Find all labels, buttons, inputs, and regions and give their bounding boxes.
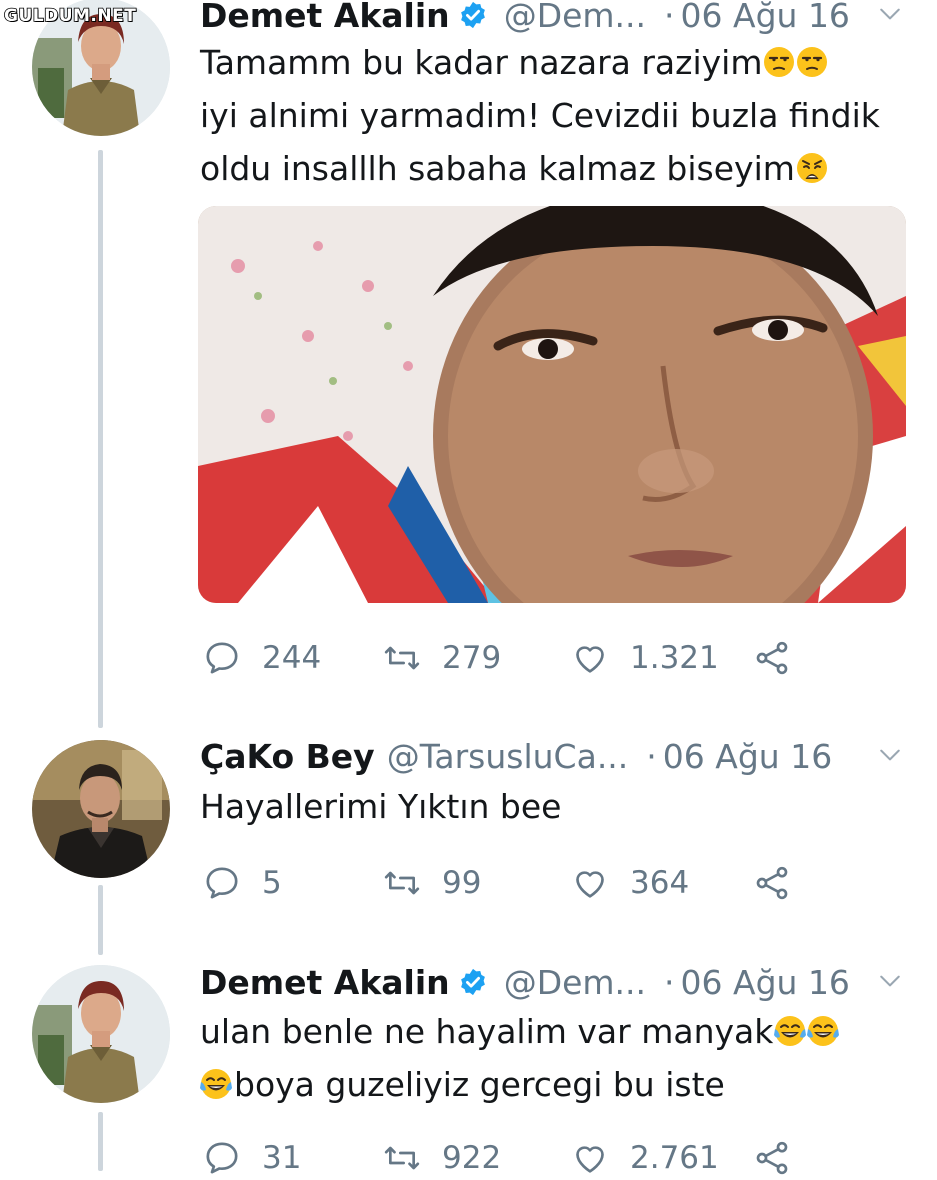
thread-connector-line bbox=[98, 1112, 103, 1171]
share-button[interactable] bbox=[750, 861, 812, 905]
author-handle[interactable]: @Dem... bbox=[504, 0, 646, 35]
heart-icon bbox=[568, 1138, 612, 1178]
tweet-header: Demet Akalin @Dem... · 06 Ağu 16 bbox=[200, 0, 907, 35]
share-button[interactable] bbox=[750, 1136, 812, 1180]
reply-button[interactable]: 5 bbox=[200, 861, 282, 905]
tweet-header: Demet Akalin @Dem... · 06 Ağu 16 bbox=[200, 962, 907, 1002]
avatar[interactable] bbox=[32, 965, 170, 1103]
tweet-text: ulan benle ne hayalim var manyak boya gu… bbox=[200, 1005, 907, 1111]
retweet-button[interactable]: 922 bbox=[380, 1136, 501, 1180]
thread-connector-line bbox=[98, 885, 103, 955]
reply-count: 244 bbox=[262, 640, 322, 676]
tweet-media-photo[interactable] bbox=[198, 206, 906, 603]
tweet-text: Hayallerimi Yıktın bee bbox=[200, 780, 907, 833]
chevron-down-icon[interactable] bbox=[873, 966, 907, 996]
separator-dot: · bbox=[664, 962, 675, 1002]
retweet-button[interactable]: 99 bbox=[380, 861, 481, 905]
like-button[interactable]: 2.761 bbox=[568, 1136, 719, 1180]
tweet-text-line: oldu insalllh sabaha kalmaz biseyim bbox=[200, 142, 907, 195]
avatar[interactable] bbox=[32, 740, 170, 878]
tweet-text-line: boya guzeliyiz gercegi bu iste bbox=[200, 1058, 907, 1111]
heart-icon bbox=[568, 638, 612, 678]
share-button[interactable] bbox=[750, 636, 812, 680]
unamused-face-emoji-icon bbox=[763, 46, 795, 78]
chevron-down-icon[interactable] bbox=[873, 740, 907, 770]
retweet-count: 279 bbox=[442, 640, 502, 676]
tweet-text-line: Tamamm bu kadar nazara raziyim bbox=[200, 36, 907, 89]
author-handle[interactable]: @Dem... bbox=[504, 963, 646, 1002]
retweet-count: 99 bbox=[442, 865, 482, 901]
separator-dot: · bbox=[646, 736, 657, 776]
tweet-text-line: Hayallerimi Yıktın bee bbox=[200, 787, 562, 826]
share-icon bbox=[750, 863, 794, 903]
author-name[interactable]: Demet Akalin bbox=[200, 0, 450, 35]
retweet-button[interactable]: 279 bbox=[380, 636, 501, 680]
reply-button[interactable]: 31 bbox=[200, 1136, 301, 1180]
retweet-icon bbox=[380, 1138, 424, 1178]
tears-of-joy-emoji-icon bbox=[200, 1068, 232, 1100]
reply-icon bbox=[200, 1138, 244, 1178]
like-count: 1.321 bbox=[630, 640, 719, 676]
verified-badge-icon bbox=[458, 0, 488, 30]
tweet-date[interactable]: 06 Ağu 16 bbox=[681, 963, 850, 1002]
author-name[interactable]: ÇaKo Bey bbox=[200, 737, 375, 776]
site-watermark: GULDUM.NET bbox=[3, 5, 137, 27]
author-name[interactable]: Demet Akalin bbox=[200, 963, 450, 1002]
chevron-down-icon[interactable] bbox=[873, 0, 907, 29]
tweet-header: ÇaKo Bey @TarsusluCa... · 06 Ağu 16 bbox=[200, 736, 907, 776]
tweet-text-line: ulan benle ne hayalim var manyak bbox=[200, 1005, 907, 1058]
share-icon bbox=[750, 638, 794, 678]
retweet-icon bbox=[380, 863, 424, 903]
like-button[interactable]: 364 bbox=[568, 861, 689, 905]
reply-icon bbox=[200, 863, 244, 903]
share-icon bbox=[750, 1138, 794, 1178]
reply-count: 5 bbox=[262, 865, 282, 901]
like-button[interactable]: 1.321 bbox=[568, 636, 719, 680]
tweet-date[interactable]: 06 Ağu 16 bbox=[681, 0, 850, 35]
verified-badge-icon bbox=[458, 967, 488, 997]
weary-face-emoji-icon bbox=[796, 152, 828, 184]
thread-connector-line bbox=[98, 150, 103, 728]
tweet-date[interactable]: 06 Ağu 16 bbox=[663, 737, 832, 776]
author-handle[interactable]: @TarsusluCa... bbox=[387, 737, 629, 776]
like-count: 364 bbox=[630, 865, 690, 901]
tears-of-joy-emoji-icon bbox=[807, 1015, 839, 1047]
retweet-icon bbox=[380, 638, 424, 678]
reply-button[interactable]: 244 bbox=[200, 636, 321, 680]
unamused-face-emoji-icon bbox=[796, 46, 828, 78]
heart-icon bbox=[568, 863, 612, 903]
reply-icon bbox=[200, 638, 244, 678]
separator-dot: · bbox=[664, 0, 675, 35]
tears-of-joy-emoji-icon bbox=[774, 1015, 806, 1047]
tweet-text-line: iyi alnimi yarmadim! Cevizdii buzla find… bbox=[200, 96, 880, 135]
tweet-text: Tamamm bu kadar nazara raziyim iyi alnim… bbox=[200, 36, 907, 195]
